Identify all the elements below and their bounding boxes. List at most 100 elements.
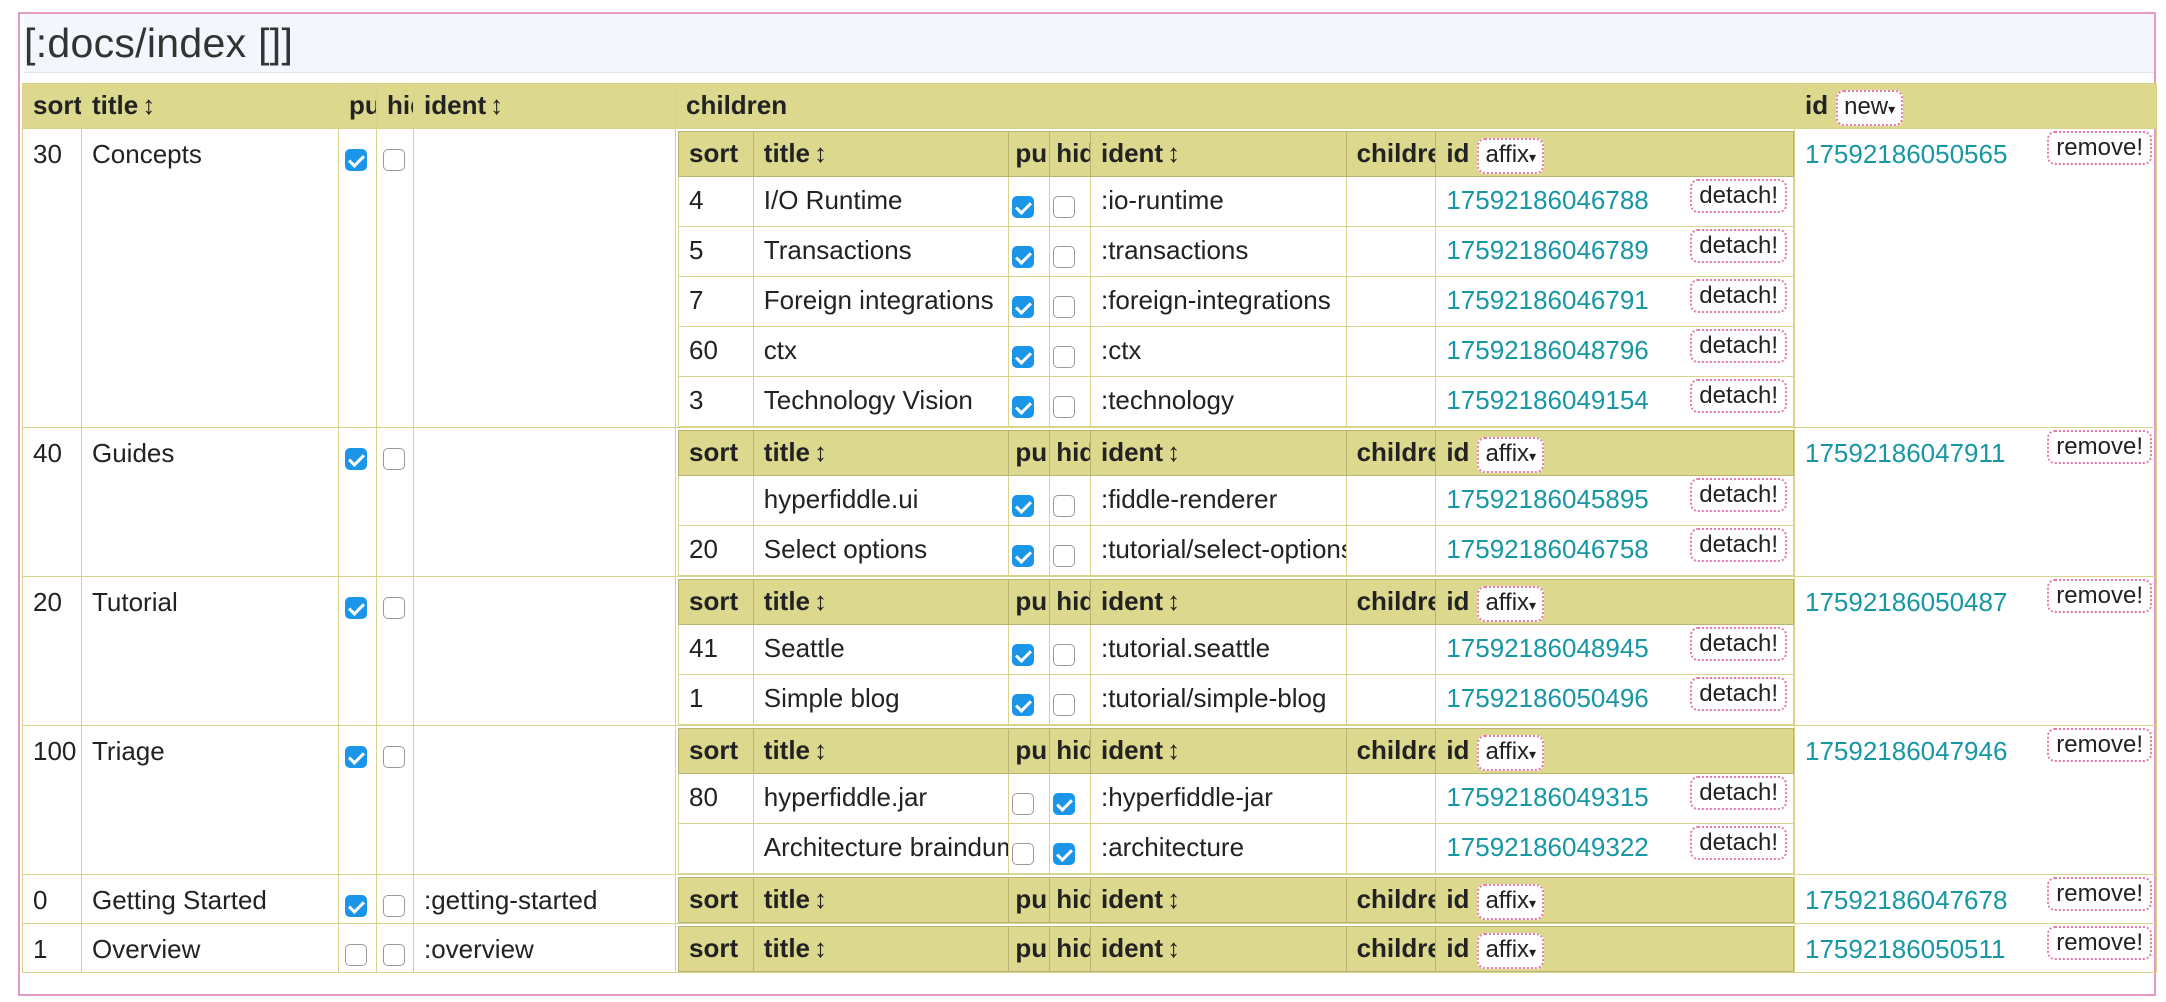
child-id-link[interactable]: 17592186046788 (1446, 185, 1649, 216)
detach-button[interactable]: detach! (1690, 179, 1787, 213)
child-col-hidden-header[interactable]: hid (1049, 926, 1091, 972)
child-ident[interactable]: :tutorial.seattle (1091, 626, 1345, 665)
new-select[interactable]: new▾ (1836, 90, 1904, 126)
child-col-hidden-header[interactable]: hid (1049, 728, 1091, 774)
child-ident[interactable]: :tutorial/simple-blog (1091, 676, 1345, 715)
child-sort[interactable] (679, 825, 752, 833)
child-col-title-header[interactable]: title ↕ (752, 877, 1010, 923)
child-id-link[interactable]: 17592186048796 (1446, 335, 1649, 366)
sort-arrows-icon[interactable]: ↕ (142, 90, 155, 120)
row-hidden-checkbox[interactable] (383, 149, 405, 172)
child-col-title-header[interactable]: title ↕ (752, 926, 1010, 972)
sort-arrows-icon[interactable]: ↕ (1167, 884, 1180, 914)
row-ident[interactable] (415, 429, 675, 439)
child-title[interactable]: Seattle (754, 626, 1008, 665)
child-published-checkbox[interactable] (1012, 793, 1035, 816)
detach-button[interactable]: detach! (1690, 677, 1787, 711)
child-title[interactable]: hyperfiddle.ui (754, 477, 1008, 516)
child-title[interactable]: Architecture braindump (754, 825, 1008, 864)
row-title[interactable]: Guides (83, 429, 338, 470)
child-hidden-checkbox[interactable] (1053, 644, 1076, 667)
detach-button[interactable]: detach! (1690, 329, 1787, 363)
detach-button[interactable]: detach! (1690, 826, 1787, 860)
row-id-link[interactable]: 17592186050511 (1805, 934, 2006, 965)
child-title[interactable]: I/O Runtime (754, 178, 1008, 217)
row-published-checkbox[interactable] (345, 895, 367, 918)
detach-button[interactable]: detach! (1690, 229, 1787, 263)
sort-arrows-icon[interactable]: ↕ (1167, 437, 1180, 467)
child-title[interactable]: Foreign integrations (754, 278, 1008, 317)
child-published-checkbox[interactable] (1012, 296, 1035, 319)
child-hidden-checkbox[interactable] (1053, 793, 1076, 816)
col-hidden-header[interactable]: hid (376, 83, 414, 129)
row-sort[interactable]: 20 (24, 578, 81, 619)
detach-button[interactable]: detach! (1690, 776, 1787, 810)
remove-button[interactable]: remove! (2047, 728, 2152, 762)
row-id-link[interactable]: 17592186047911 (1805, 438, 2006, 469)
child-hidden-checkbox[interactable] (1053, 196, 1076, 219)
child-col-title-header[interactable]: title ↕ (752, 430, 1010, 476)
child-col-title-header[interactable]: title ↕ (752, 131, 1010, 177)
detach-button[interactable]: detach! (1690, 627, 1787, 661)
child-col-hidden-header[interactable]: hid (1049, 579, 1091, 625)
child-col-sort-header[interactable]: sort (678, 728, 754, 774)
sort-arrows-icon[interactable]: ↕ (814, 735, 827, 765)
child-ident[interactable]: :io-runtime (1091, 178, 1345, 217)
child-ident[interactable]: :transactions (1091, 228, 1345, 267)
child-id-link[interactable]: 17592186049322 (1446, 832, 1649, 863)
remove-button[interactable]: remove! (2047, 430, 2152, 464)
child-col-children-header[interactable]: children (1345, 131, 1437, 177)
child-sort[interactable]: 1 (679, 676, 752, 715)
child-ident[interactable]: :ctx (1091, 328, 1345, 367)
child-col-children-header[interactable]: children (1345, 877, 1437, 923)
sort-arrows-icon[interactable]: ↕ (814, 138, 827, 168)
child-published-checkbox[interactable] (1012, 396, 1035, 419)
row-id-link[interactable]: 17592186050565 (1805, 139, 2008, 170)
child-col-published-header[interactable]: pu (1008, 430, 1051, 476)
child-hidden-checkbox[interactable] (1053, 545, 1076, 568)
child-ident[interactable]: :tutorial/select-options (1091, 527, 1345, 566)
child-col-ident-header[interactable]: ident ↕ (1089, 430, 1347, 476)
row-id-link[interactable]: 17592186050487 (1805, 587, 2008, 618)
child-ident[interactable]: :fiddle-renderer (1091, 477, 1345, 516)
child-hidden-checkbox[interactable] (1053, 396, 1076, 419)
child-ident[interactable]: :hyperfiddle-jar (1091, 775, 1345, 814)
child-sort[interactable]: 4 (679, 178, 752, 217)
child-col-ident-header[interactable]: ident ↕ (1089, 728, 1347, 774)
row-title[interactable]: Tutorial (83, 578, 338, 619)
child-published-checkbox[interactable] (1012, 694, 1035, 717)
sort-arrows-icon[interactable]: ↕ (1167, 586, 1180, 616)
child-sort[interactable]: 80 (679, 775, 752, 814)
affix-select[interactable]: affix▾ (1477, 437, 1545, 473)
row-published-checkbox[interactable] (345, 448, 367, 471)
child-col-ident-header[interactable]: ident ↕ (1089, 926, 1347, 972)
col-title-header[interactable]: title ↕ (81, 83, 339, 129)
col-published-header[interactable]: pu (338, 83, 377, 129)
child-published-checkbox[interactable] (1012, 545, 1035, 568)
sort-arrows-icon[interactable]: ↕ (1167, 933, 1180, 963)
child-hidden-checkbox[interactable] (1053, 843, 1076, 866)
row-ident[interactable] (415, 727, 675, 737)
sort-arrows-icon[interactable]: ↕ (490, 90, 503, 120)
child-sort[interactable]: 60 (679, 328, 752, 367)
detach-button[interactable]: detach! (1690, 279, 1787, 313)
child-col-sort-header[interactable]: sort (678, 579, 754, 625)
row-sort[interactable]: 0 (24, 876, 81, 917)
child-published-checkbox[interactable] (1012, 495, 1035, 518)
child-col-sort-header[interactable]: sort (678, 926, 754, 972)
detach-button[interactable]: detach! (1690, 379, 1787, 413)
row-ident[interactable] (415, 578, 675, 588)
row-title[interactable]: Concepts (83, 130, 338, 171)
child-hidden-checkbox[interactable] (1053, 694, 1076, 717)
col-children-header[interactable]: children (675, 83, 1795, 129)
affix-select[interactable]: affix▾ (1477, 138, 1545, 174)
row-ident[interactable]: :getting-started (415, 876, 675, 917)
child-col-published-header[interactable]: pu (1008, 728, 1051, 774)
child-title[interactable]: Technology Vision (754, 378, 1008, 417)
row-published-checkbox[interactable] (345, 944, 367, 967)
detach-button[interactable]: detach! (1690, 528, 1787, 562)
row-ident[interactable]: :overview (415, 925, 675, 966)
row-hidden-checkbox[interactable] (383, 597, 405, 620)
sort-arrows-icon[interactable]: ↕ (1167, 735, 1180, 765)
child-col-title-header[interactable]: title ↕ (752, 728, 1010, 774)
